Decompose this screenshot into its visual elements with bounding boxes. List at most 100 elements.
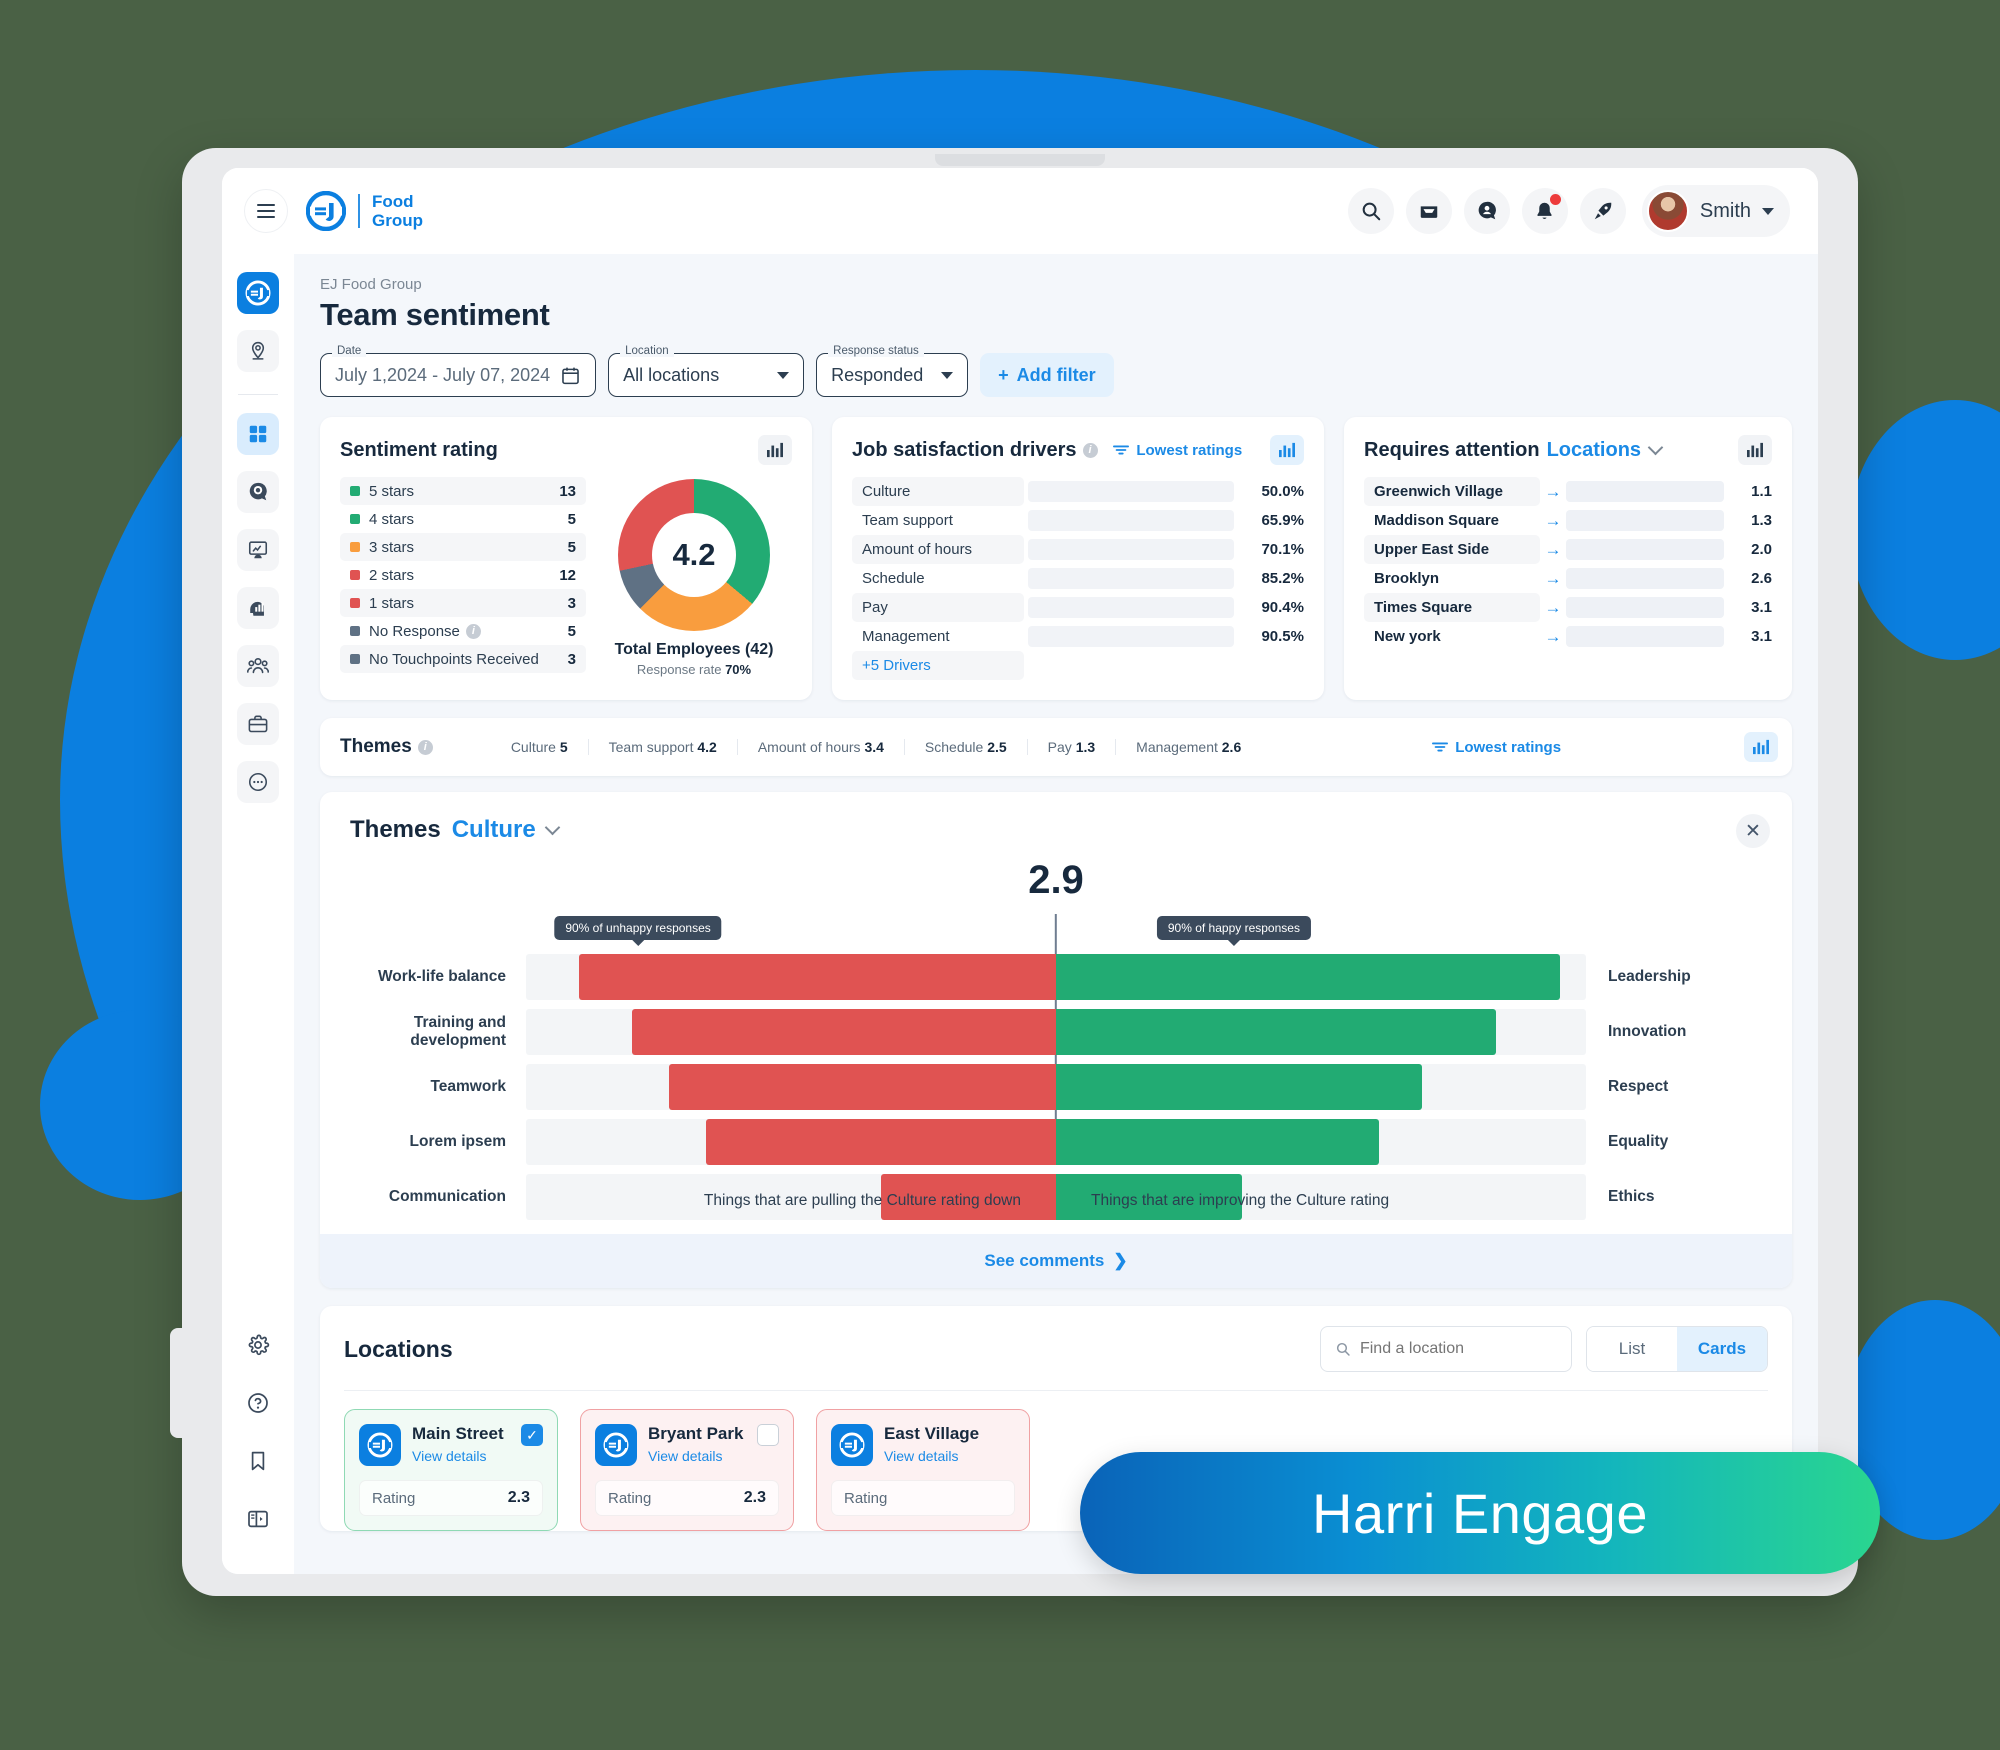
- table-row: Team support 65.9%: [852, 506, 1304, 535]
- tablet-side-tab: [170, 1328, 194, 1438]
- brand-logo[interactable]: Food Group: [306, 191, 423, 231]
- sidebar-item-locations[interactable]: [237, 330, 279, 372]
- chart-toggle-icon[interactable]: [1744, 732, 1778, 762]
- more-drivers-link[interactable]: +5 Drivers: [852, 651, 1024, 680]
- attention-bar-track: [1566, 539, 1724, 560]
- chart-row: Lorem ipsem Equality: [350, 1119, 1762, 1165]
- notification-badge: [1549, 194, 1561, 205]
- location-card[interactable]: Bryant Park View details Rating 2.3: [580, 1409, 794, 1531]
- add-filter-button[interactable]: + Add filter: [980, 353, 1114, 397]
- search-input[interactable]: [1359, 1340, 1557, 1358]
- legend-count: 3: [567, 650, 576, 668]
- close-icon[interactable]: ✕: [1736, 814, 1770, 848]
- location-card[interactable]: East Village View details Rating: [816, 1409, 1030, 1531]
- location-card-checkbox[interactable]: ✓: [521, 1424, 543, 1446]
- rocket-icon[interactable]: [1579, 188, 1626, 234]
- view-details-link[interactable]: View details: [648, 1448, 743, 1464]
- hamburger-icon[interactable]: [244, 189, 288, 233]
- legend-count: 5: [567, 510, 576, 528]
- chart-bar-negative: [632, 1009, 1056, 1055]
- sidebar-item-team[interactable]: [237, 645, 279, 687]
- location-label: Maddison Square: [1374, 512, 1500, 529]
- job-satisfaction-drivers-card: Job satisfaction drivers i Lowest rating…: [832, 417, 1324, 700]
- theme-chip[interactable]: Team support 4.2: [589, 739, 738, 755]
- bell-icon[interactable]: [1521, 188, 1568, 234]
- attention-bar-track: [1566, 510, 1724, 531]
- rating-label: Rating: [608, 1489, 652, 1507]
- location-card-header: Main Street View details ✓: [359, 1424, 543, 1466]
- sidebar-item-app-logo[interactable]: [237, 272, 279, 314]
- location-card-rating: Rating 2.3: [359, 1480, 543, 1516]
- attention-scope-select[interactable]: Locations: [1547, 439, 1641, 462]
- attention-value: 3.1: [1751, 599, 1772, 616]
- arrow-right-icon[interactable]: →: [1540, 569, 1566, 589]
- response-status-filter[interactable]: Response status Responded: [816, 345, 969, 397]
- location-logo-icon: [359, 1424, 401, 1466]
- chart-toggle-icon[interactable]: [1269, 435, 1304, 465]
- sidebar-item-settings[interactable]: [237, 1324, 279, 1366]
- see-comments-label: See comments: [984, 1251, 1105, 1270]
- legend-label: No Touchpoints Received: [369, 650, 539, 668]
- attention-value: 2.6: [1751, 570, 1772, 587]
- sidebar-item-bookmarks[interactable]: [237, 1440, 279, 1482]
- theme-chip[interactable]: Management 2.6: [1116, 739, 1261, 755]
- location-filter[interactable]: Location All locations: [608, 345, 805, 397]
- location-card-checkbox[interactable]: [757, 1424, 779, 1446]
- sidebar-item-jobs[interactable]: [237, 703, 279, 745]
- location-card[interactable]: Main Street View details ✓ Rating 2.3: [344, 1409, 558, 1531]
- location-search[interactable]: [1320, 1326, 1572, 1372]
- arrow-right-icon[interactable]: →: [1540, 540, 1566, 560]
- chart-row-label-right: Equality: [1608, 1133, 1669, 1150]
- requires-attention-card: Requires attention Locations Greenwich V…: [1344, 417, 1792, 700]
- arrow-right-icon[interactable]: →: [1540, 511, 1566, 531]
- attention-card-header: Requires attention Locations: [1364, 435, 1772, 465]
- search-icon[interactable]: [1347, 188, 1394, 234]
- theme-chip[interactable]: Culture 5: [491, 739, 589, 755]
- see-comments-button[interactable]: See comments ❯: [320, 1234, 1792, 1288]
- filter-icon: [1432, 742, 1449, 752]
- info-icon[interactable]: i: [1082, 442, 1098, 458]
- legend-label: 5 stars: [369, 482, 415, 500]
- table-row: Maddison Square → 1.3: [1364, 506, 1772, 535]
- inbox-icon[interactable]: [1405, 188, 1452, 234]
- workspace: EJ Food Group Team sentiment Date July 1…: [222, 254, 1818, 1574]
- chevron-down-icon[interactable]: [1647, 439, 1664, 455]
- arrow-right-icon[interactable]: →: [1540, 627, 1566, 647]
- themes-panel-title: Themes: [350, 816, 441, 843]
- arrow-right-icon[interactable]: →: [1540, 598, 1566, 618]
- info-icon[interactable]: i: [417, 739, 433, 755]
- user-menu[interactable]: Smith: [1641, 185, 1790, 237]
- theme-chip[interactable]: Schedule 2.5: [905, 739, 1028, 755]
- chart-toggle-icon[interactable]: [758, 435, 792, 465]
- chevron-down-icon[interactable]: [544, 819, 560, 835]
- sidebar-divider: [238, 394, 278, 395]
- view-details-link[interactable]: View details: [884, 1448, 979, 1464]
- lowest-ratings-filter[interactable]: Lowest ratings: [1113, 442, 1242, 459]
- view-toggle-cards[interactable]: Cards: [1677, 1327, 1767, 1371]
- arrow-right-icon[interactable]: →: [1540, 482, 1566, 502]
- list-item: 1 stars 3: [340, 589, 586, 617]
- rating-label: Rating: [844, 1489, 888, 1507]
- table-row: Greenwich Village → 1.1: [1364, 477, 1772, 506]
- filter-bar: Date July 1,2024 - July 07, 2024 Locatio…: [320, 345, 1792, 397]
- theme-chip[interactable]: Pay 1.3: [1028, 739, 1117, 755]
- themes-lowest-ratings-filter[interactable]: Lowest ratings: [1432, 739, 1561, 756]
- sidebar-item-presentation[interactable]: [237, 529, 279, 571]
- chart-toggle-icon[interactable]: [1738, 435, 1772, 465]
- view-details-link[interactable]: View details: [412, 1448, 504, 1464]
- info-icon[interactable]: i: [465, 623, 481, 639]
- attention-value: 2.0: [1751, 541, 1772, 558]
- themes-panel-selected-theme[interactable]: Culture: [452, 816, 536, 844]
- sidebar-item-help[interactable]: [237, 1382, 279, 1424]
- sidebar-item-panel-toggle[interactable]: [237, 1498, 279, 1540]
- date-filter[interactable]: Date July 1,2024 - July 07, 2024: [320, 345, 597, 397]
- driver-value: 90.5%: [1261, 628, 1304, 645]
- table-row: +5 Drivers: [852, 651, 1304, 680]
- sidebar-item-globe[interactable]: [237, 471, 279, 513]
- sidebar-item-dashboard[interactable]: [237, 413, 279, 455]
- view-toggle-list[interactable]: List: [1587, 1327, 1677, 1371]
- support-chat-icon[interactable]: [1463, 188, 1510, 234]
- sidebar-item-more[interactable]: [237, 761, 279, 803]
- theme-chip[interactable]: Amount of hours 3.4: [738, 739, 905, 755]
- sidebar-item-insights[interactable]: [237, 587, 279, 629]
